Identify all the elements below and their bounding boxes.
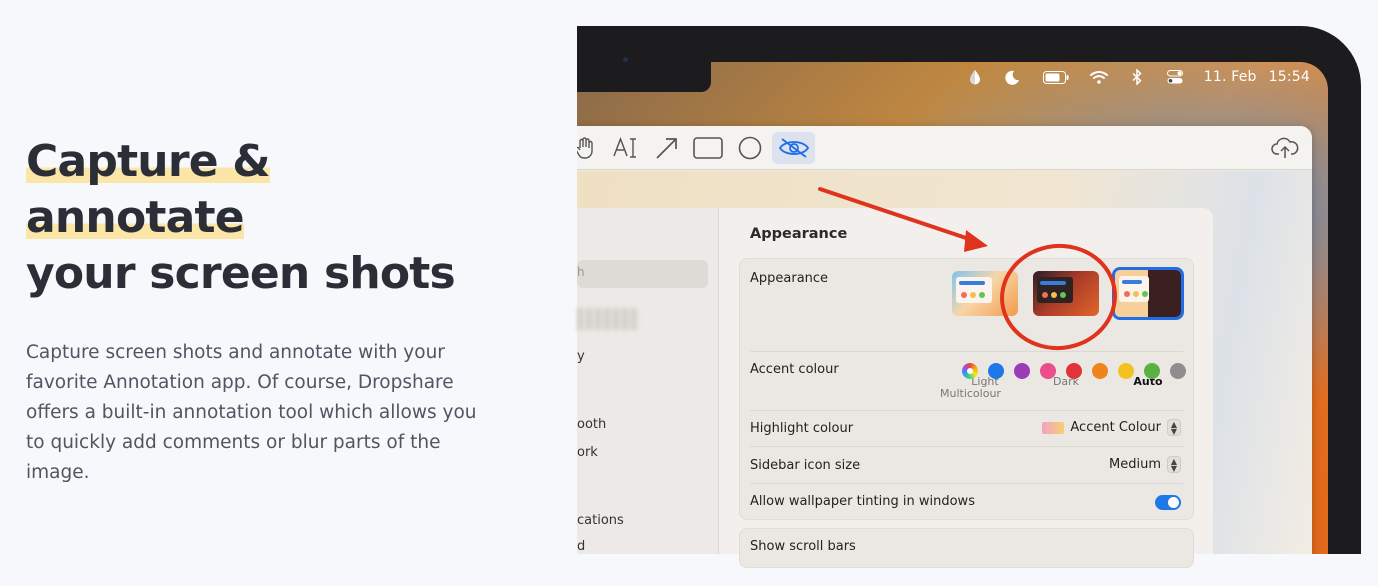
highlight-colour-label: Highlight colour bbox=[750, 421, 854, 436]
accent-colour-label: Accent colour bbox=[750, 362, 839, 377]
sidebar-item-sound[interactable]: d bbox=[577, 539, 585, 554]
sidebar-item-bluetooth[interactable]: ooth bbox=[577, 417, 606, 432]
chevron-up-down-icon: ▲ ▼ bbox=[1167, 419, 1181, 436]
annotation-toolbar bbox=[577, 126, 1312, 170]
hero-section: Capture & annotate your screen shots Cap… bbox=[26, 134, 496, 488]
auto-preview-bar bbox=[1122, 280, 1142, 284]
blur-tool-icon[interactable] bbox=[772, 132, 815, 164]
show-scroll-bars-label: Show scroll bars bbox=[750, 539, 856, 554]
accent-colour-swatches bbox=[962, 363, 1186, 379]
sidebar-item-privacy[interactable]: y bbox=[577, 349, 585, 364]
scroll-bars-group: Show scroll bars bbox=[739, 528, 1194, 568]
row-divider bbox=[750, 351, 1183, 352]
accent-swatch-purple[interactable] bbox=[1014, 363, 1030, 379]
settings-sidebar: h y ooth ork cations d bbox=[577, 208, 718, 554]
auto-preview-light-window bbox=[1119, 276, 1149, 302]
battery-icon[interactable] bbox=[1042, 68, 1070, 86]
highlight-colour-chip bbox=[1042, 421, 1065, 434]
rectangle-tool-icon[interactable] bbox=[691, 132, 725, 164]
accent-swatch-orange[interactable] bbox=[1092, 363, 1108, 379]
wallpaper-tinting-toggle[interactable] bbox=[1155, 495, 1181, 510]
sidebar-icon-size-value: Medium bbox=[1109, 457, 1161, 472]
hero-title-line-1: Capture & annotate bbox=[26, 136, 271, 243]
accent-swatch-pink[interactable] bbox=[1040, 363, 1056, 379]
hero-title-line-2: your screen shots bbox=[26, 248, 456, 299]
screen-notch bbox=[577, 62, 711, 92]
highlight-colour-value: Accent Colour bbox=[1070, 420, 1161, 435]
menu-bar-time: 15:54 bbox=[1268, 69, 1310, 85]
accent-swatch-multicolour[interactable] bbox=[962, 363, 978, 379]
accent-swatch-green[interactable] bbox=[1144, 363, 1160, 379]
accent-swatch-red[interactable] bbox=[1066, 363, 1082, 379]
accent-swatch-graphite[interactable] bbox=[1170, 363, 1186, 379]
text-tool-icon[interactable] bbox=[611, 132, 639, 164]
accent-selected-caption: Multicolour bbox=[940, 387, 1001, 400]
red-annotation-arrow bbox=[818, 187, 988, 252]
auto-preview-dots bbox=[1124, 291, 1148, 297]
accent-swatch-blue[interactable] bbox=[988, 363, 1004, 379]
moon-icon[interactable] bbox=[1004, 68, 1022, 86]
appearance-group: Appearance Light Dark Auto Accent colour… bbox=[739, 258, 1194, 520]
light-preview-window bbox=[956, 277, 992, 303]
sidebar-search-field[interactable]: h bbox=[577, 260, 708, 288]
sidebar-item-network[interactable]: ork bbox=[577, 445, 598, 460]
hero-description: Capture screen shots and annotate with y… bbox=[26, 342, 477, 483]
appearance-auto-option[interactable] bbox=[1112, 267, 1184, 320]
control-center-icon[interactable] bbox=[1166, 68, 1184, 86]
accent-swatch-yellow[interactable] bbox=[1118, 363, 1134, 379]
drop-icon[interactable] bbox=[966, 68, 984, 86]
camera-icon bbox=[623, 57, 628, 62]
light-preview-bar bbox=[959, 281, 985, 285]
light-preview-dots bbox=[961, 292, 985, 298]
circle-tool-icon[interactable] bbox=[737, 132, 763, 164]
arrow-tool-icon[interactable] bbox=[653, 132, 681, 164]
hand-icon[interactable] bbox=[577, 132, 597, 164]
row-divider bbox=[750, 483, 1183, 484]
sidebar-search-text: h bbox=[577, 265, 585, 279]
sidebar-item-notifications[interactable]: cations bbox=[577, 513, 624, 528]
auto-preview bbox=[1115, 270, 1181, 317]
menu-bar-date: 11. Feb bbox=[1203, 69, 1257, 85]
wifi-icon[interactable] bbox=[1089, 68, 1108, 86]
hero-title: Capture & annotate your screen shots bbox=[26, 134, 496, 302]
highlight-colour-popup[interactable]: Accent Colour ▲ ▼ bbox=[1042, 419, 1181, 436]
appearance-label: Appearance bbox=[750, 271, 829, 286]
menu-bar-clock[interactable]: 11. Feb 15:54 bbox=[1204, 69, 1310, 85]
row-divider bbox=[750, 446, 1183, 447]
cloud-upload-icon[interactable] bbox=[1270, 132, 1300, 164]
bluetooth-icon[interactable] bbox=[1128, 68, 1146, 86]
sidebar-icon-size-label: Sidebar icon size bbox=[750, 458, 861, 473]
wallpaper-tinting-label: Allow wallpaper tinting in windows bbox=[750, 494, 975, 509]
menu-bar: 11. Feb 15:54 bbox=[966, 62, 1310, 92]
chevron-up-down-icon: ▲ ▼ bbox=[1167, 456, 1181, 473]
sidebar-blurred-account bbox=[577, 308, 637, 330]
row-divider bbox=[750, 410, 1183, 411]
sidebar-icon-size-popup[interactable]: Medium ▲ ▼ bbox=[1109, 456, 1181, 473]
